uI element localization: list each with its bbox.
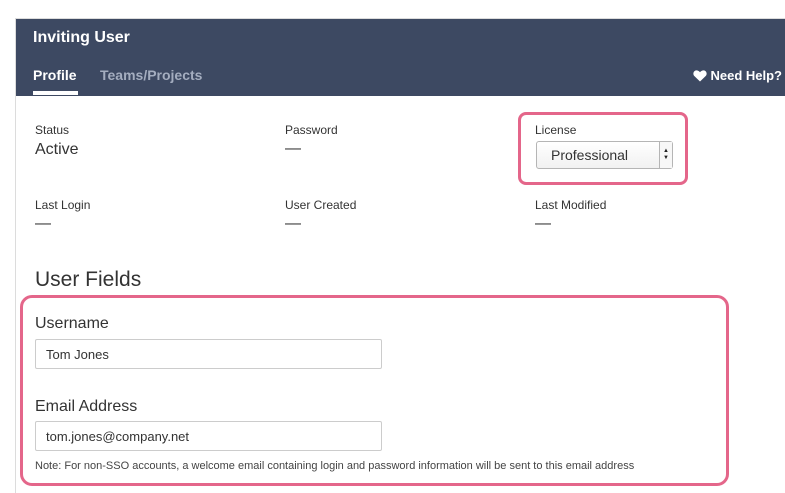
user-profile-panel: Inviting User Profile Teams/Projects Nee… — [15, 18, 785, 493]
last-login-label: Last Login — [35, 198, 91, 212]
email-input[interactable] — [35, 421, 382, 451]
license-label: License — [535, 123, 577, 137]
password-value: — — [285, 140, 301, 157]
license-selected-value: Professional — [551, 147, 629, 163]
username-input[interactable] — [35, 339, 382, 369]
last-login-value: — — [35, 215, 51, 232]
tab-profile[interactable]: Profile — [33, 67, 77, 83]
email-note: Note: For non-SSO accounts, a welcome em… — [35, 460, 635, 472]
user-created-label: User Created — [285, 198, 357, 212]
active-tab-indicator — [33, 91, 78, 95]
email-label: Email Address — [35, 398, 138, 415]
select-arrows-icon: ▲ ▼ — [659, 142, 672, 168]
tab-teams-projects[interactable]: Teams/Projects — [100, 67, 202, 83]
license-select[interactable]: Professional ▲ ▼ — [536, 141, 673, 169]
user-fields-title: User Fields — [35, 268, 142, 291]
need-help-label: Need Help? — [710, 68, 782, 83]
heart-icon — [693, 69, 708, 81]
password-label: Password — [285, 123, 338, 137]
status-label: Status — [35, 123, 70, 137]
panel-header: Inviting User Profile Teams/Projects Nee… — [16, 19, 785, 96]
last-modified-label: Last Modified — [535, 198, 607, 212]
page-title: Inviting User — [33, 29, 130, 46]
username-label: Username — [35, 315, 109, 332]
last-modified-value: — — [535, 215, 551, 232]
user-fields-highlight — [20, 295, 729, 486]
user-created-value: — — [285, 215, 301, 232]
need-help-link[interactable]: Need Help? — [693, 68, 782, 83]
status-value: Active — [35, 141, 79, 158]
